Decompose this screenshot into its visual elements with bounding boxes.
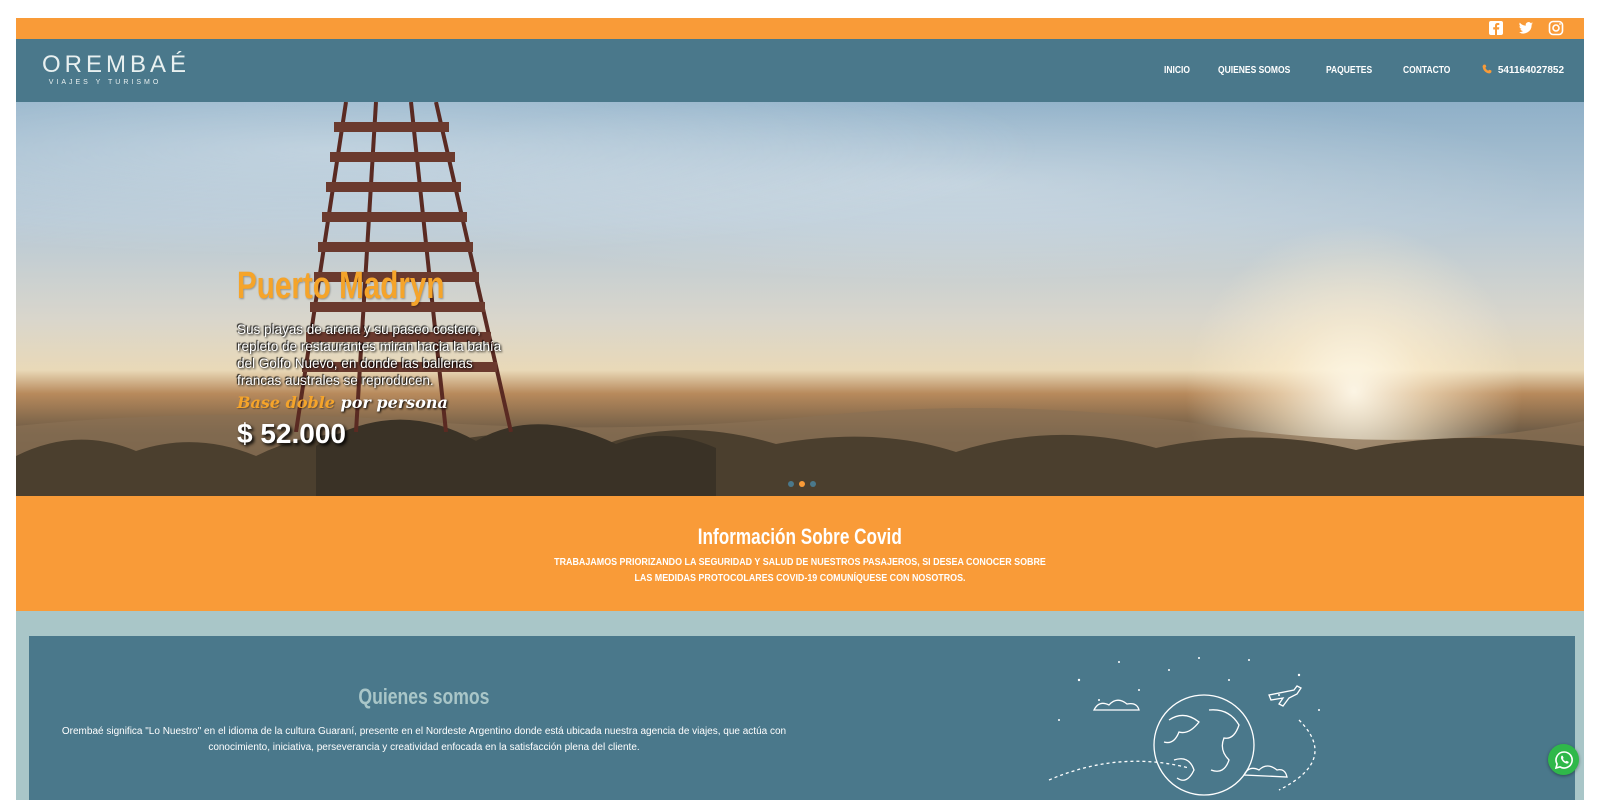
twitter-icon[interactable] xyxy=(1518,20,1534,36)
slide-base-highlight: Base doble xyxy=(237,393,335,412)
phone-link[interactable]: 541164027852 xyxy=(1482,61,1564,79)
hero-slider[interactable]: Puerto Madryn Sus playas de arena y su p… xyxy=(16,102,1584,496)
about-text: Orembaé significa "Lo Nuestro" en el idi… xyxy=(61,726,787,753)
logo[interactable]: OREMBAÉ VIAJES Y TURISMO xyxy=(42,51,191,88)
social-links xyxy=(1488,20,1564,36)
instagram-icon[interactable] xyxy=(1548,20,1564,36)
main-navbar: OREMBAÉ VIAJES Y TURISMO INICIO QUIENES … xyxy=(16,39,1584,102)
slide-title: Puerto Madryn xyxy=(237,265,445,307)
facebook-icon[interactable] xyxy=(1488,20,1504,36)
logo-subtitle: VIAJES Y TURISMO xyxy=(48,79,162,86)
slider-dot-1[interactable] xyxy=(788,481,794,487)
about-section: Quienes somos Orembaé significa "Lo Nues… xyxy=(29,636,1575,800)
slide-base-suffix: por persona xyxy=(334,393,448,412)
whatsapp-icon xyxy=(1554,750,1573,769)
covid-info-section: Información Sobre Covid TRABAJAMOS PRIOR… xyxy=(16,496,1584,611)
nav-item-paquetes[interactable]: PAQUETES xyxy=(1326,65,1372,76)
phone-number: 541164027852 xyxy=(1497,64,1564,76)
nav-item-inicio[interactable]: INICIO xyxy=(1164,65,1190,76)
slide-price: $ 52.000 xyxy=(237,418,346,449)
slider-dots xyxy=(788,481,816,487)
slide-description: Sus playas de arena y su paseo costero, … xyxy=(237,322,502,388)
about-title-text: Quienes somos xyxy=(358,684,490,709)
whatsapp-button[interactable] xyxy=(1548,744,1579,775)
nav-item-quienes-somos[interactable]: QUIENES SOMOS xyxy=(1218,65,1290,76)
phone-icon xyxy=(1482,61,1492,79)
slide-base-text: Base doble por persona xyxy=(237,393,507,412)
about-title: Quienes somos xyxy=(29,684,819,710)
world-travel-illustration xyxy=(1048,657,1320,796)
slide-caption: Puerto Madryn Sus playas de arena y su p… xyxy=(237,265,507,450)
nav-menu: INICIO QUIENES SOMOS PAQUETES CONTACTO 5… xyxy=(1164,61,1564,79)
top-bar xyxy=(16,18,1584,39)
logo-name: OREMBAÉ xyxy=(42,51,191,78)
covid-title: Información Sobre Covid xyxy=(697,524,903,549)
covid-text: TRABAJAMOS PRIORIZANDO LA SEGURIDAD Y SA… xyxy=(554,556,1046,584)
slider-dot-3[interactable] xyxy=(810,481,816,487)
slider-dot-2[interactable] xyxy=(799,481,805,487)
nav-item-contacto[interactable]: CONTACTO xyxy=(1403,65,1450,76)
